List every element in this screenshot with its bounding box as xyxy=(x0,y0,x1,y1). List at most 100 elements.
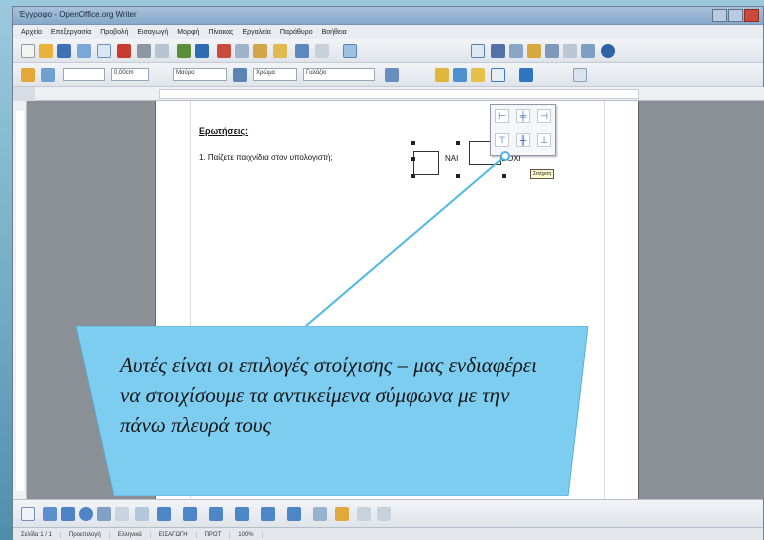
line-tool-icon[interactable] xyxy=(43,507,57,521)
page-preview-icon[interactable] xyxy=(155,44,169,58)
freeform-tool-icon[interactable] xyxy=(97,507,111,521)
table-icon[interactable] xyxy=(471,44,485,58)
horizontal-ruler xyxy=(35,87,764,101)
send-to-back-icon[interactable] xyxy=(453,68,467,82)
stars-icon[interactable] xyxy=(287,507,301,521)
checkbox-yes-shape[interactable] xyxy=(413,151,439,175)
anchor-icon[interactable] xyxy=(519,68,533,82)
text-tool-icon[interactable] xyxy=(115,507,129,521)
extrusion-icon[interactable] xyxy=(377,507,391,521)
alignment-icon[interactable] xyxy=(491,68,505,82)
format-paintbrush-icon[interactable] xyxy=(273,44,287,58)
align-right-icon[interactable]: ⊣ xyxy=(537,109,551,123)
copy-icon[interactable] xyxy=(235,44,249,58)
export-pdf-icon[interactable] xyxy=(117,44,131,58)
align-middle-icon[interactable]: ╫ xyxy=(516,133,530,147)
menu-table[interactable]: Πίνακας xyxy=(208,29,233,36)
wrap-text-icon[interactable] xyxy=(471,68,485,82)
find-replace-icon[interactable] xyxy=(491,44,505,58)
points-icon[interactable] xyxy=(313,507,327,521)
alignment-popup: ⊢ ╪ ⊣ ⊤ ╫ ⊥ xyxy=(490,104,556,156)
align-top-icon[interactable]: ⊤ xyxy=(495,133,509,147)
flowcharts-icon[interactable] xyxy=(235,507,249,521)
autospell-icon[interactable] xyxy=(195,44,209,58)
status-zoom[interactable]: 100% xyxy=(230,531,263,538)
gallery-icon[interactable] xyxy=(527,44,541,58)
bring-to-front-icon[interactable] xyxy=(435,68,449,82)
symbol-shapes-icon[interactable] xyxy=(183,507,197,521)
spellcheck-icon[interactable] xyxy=(177,44,191,58)
drawing-object-toolbar: 0,00cm Μαύρο Χρώμα Γαλάζιο xyxy=(13,63,763,87)
fontwork-icon[interactable] xyxy=(335,507,349,521)
edit-file-icon[interactable] xyxy=(97,44,111,58)
hyperlink-icon[interactable] xyxy=(343,44,357,58)
selection-handle[interactable] xyxy=(411,141,415,145)
save-icon[interactable] xyxy=(57,44,71,58)
undo-icon[interactable] xyxy=(295,44,309,58)
line-color-select[interactable]: Μαύρο xyxy=(173,68,227,81)
help-icon[interactable] xyxy=(601,44,615,58)
email-icon[interactable] xyxy=(77,44,91,58)
zoom-icon[interactable] xyxy=(581,44,595,58)
align-center-icon[interactable]: ╪ xyxy=(516,109,530,123)
align-left-icon[interactable]: ⊢ xyxy=(495,109,509,123)
callout-shapes-icon[interactable] xyxy=(261,507,275,521)
navigator-icon[interactable] xyxy=(509,44,523,58)
menu-tools[interactable]: Εργαλεία xyxy=(242,29,270,36)
status-mode[interactable]: ΕΙΣΑΓΩΓΗ xyxy=(151,531,197,538)
from-file-icon[interactable] xyxy=(357,507,371,521)
line-style-icon[interactable] xyxy=(41,68,55,82)
status-page: Σελίδα 1 / 1 xyxy=(13,531,61,538)
rectangle-tool-icon[interactable] xyxy=(61,507,75,521)
menu-window[interactable]: Παράθυρο xyxy=(280,29,313,36)
option-yes-label: ΝΑΙ xyxy=(445,154,459,163)
open-folder-icon[interactable] xyxy=(39,44,53,58)
maximize-button[interactable] xyxy=(728,9,743,22)
close-button[interactable] xyxy=(744,9,759,22)
datasources-icon[interactable] xyxy=(545,44,559,58)
cut-icon[interactable] xyxy=(217,44,231,58)
formatting-marks-icon[interactable] xyxy=(563,44,577,58)
selection-handle[interactable] xyxy=(411,174,415,178)
menu-view[interactable]: Προβολή xyxy=(100,29,128,36)
new-document-icon[interactable] xyxy=(21,44,35,58)
menu-help[interactable]: Βοήθεια xyxy=(322,29,347,36)
menu-file[interactable]: Αρχείο xyxy=(21,29,42,36)
menu-edit[interactable]: Επεξεργασία xyxy=(51,29,91,36)
menu-bar: Αρχείο Επεξεργασία Προβολή Εισαγωγή Μορφ… xyxy=(13,25,763,39)
status-style: Προεπιλογή xyxy=(61,531,110,538)
shadow-icon[interactable] xyxy=(385,68,399,82)
line-style-select[interactable] xyxy=(63,68,105,81)
redo-icon[interactable] xyxy=(315,44,329,58)
fill-style-select[interactable]: Χρώμα xyxy=(253,68,297,81)
selection-handle[interactable] xyxy=(502,174,506,178)
window-title: Έγγραφο - OpenOffice.org Writer xyxy=(19,10,137,19)
selection-handle[interactable] xyxy=(502,157,506,161)
block-arrows-icon[interactable] xyxy=(209,507,223,521)
callouts-tool-icon[interactable] xyxy=(135,507,149,521)
ellipse-tool-icon[interactable] xyxy=(79,507,93,521)
fill-color-select[interactable]: Γαλάζιο xyxy=(303,68,375,81)
menu-insert[interactable]: Εισαγωγή xyxy=(137,29,168,36)
area-fill-icon[interactable] xyxy=(233,68,247,82)
line-width-field[interactable]: 0,00cm xyxy=(111,68,149,81)
title-bar: Έγγραφο - OpenOffice.org Writer xyxy=(13,7,763,25)
print-icon[interactable] xyxy=(137,44,151,58)
ruler-paper-area xyxy=(159,89,639,99)
align-bottom-icon[interactable]: ⊥ xyxy=(537,133,551,147)
basic-shapes-icon[interactable] xyxy=(157,507,171,521)
select-pointer-icon[interactable] xyxy=(21,507,35,521)
paste-icon[interactable] xyxy=(253,44,267,58)
selection-handle[interactable] xyxy=(456,174,460,178)
questions-heading: Ερωτήσεις: xyxy=(199,126,249,136)
minimize-button[interactable] xyxy=(712,9,727,22)
selection-handle[interactable] xyxy=(411,157,415,161)
selection-handle[interactable] xyxy=(456,141,460,145)
anchor-object-icon[interactable] xyxy=(21,68,35,82)
menu-format[interactable]: Μορφή xyxy=(177,29,199,36)
callout-text: Αυτές είναι οι επιλογές στοίχισης – μας … xyxy=(120,353,537,437)
group-icon[interactable] xyxy=(573,68,587,82)
status-selection[interactable]: ΠΡΟΤ xyxy=(197,531,231,538)
standard-toolbar xyxy=(13,39,763,63)
ruler-paper-area-vertical xyxy=(16,111,24,491)
